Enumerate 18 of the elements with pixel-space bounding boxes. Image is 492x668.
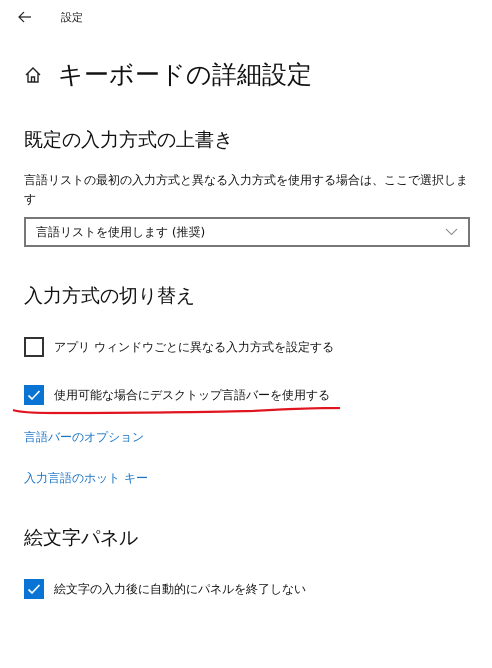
section-heading: 絵文字パネル [24, 526, 138, 551]
settings-link[interactable]: 言語バーのオプション [24, 429, 144, 446]
checkbox-label: 絵文字の入力後に自動的にパネルを終了しない [54, 580, 306, 598]
section-heading: 入力方式の切り替え [24, 284, 195, 309]
description-text: 言語リストの最初の入力方式と異なる入力方式を使用する場合は、ここで選択します [24, 172, 469, 208]
checkbox[interactable] [24, 337, 44, 357]
home-icon[interactable] [24, 66, 42, 84]
input-method-dropdown[interactable]: 言語リストを使用します (推奨) [24, 217, 470, 247]
checkbox-label: 使用可能な場合にデスクトップ言語バーを使用する [54, 386, 330, 404]
checkbox[interactable] [24, 385, 44, 405]
window-title: 設定 [61, 10, 83, 24]
settings-link[interactable]: 入力言語のホット キー [24, 470, 148, 487]
chevron-down-icon [445, 228, 458, 236]
back-icon[interactable] [18, 11, 32, 23]
checkbox[interactable] [24, 579, 44, 599]
page-title: キーボードの詳細設定 [58, 59, 312, 91]
section-heading: 既定の入力方式の上書き [24, 128, 233, 153]
checkbox-label: アプリ ウィンドウごとに異なる入力方式を設定する [54, 338, 334, 356]
